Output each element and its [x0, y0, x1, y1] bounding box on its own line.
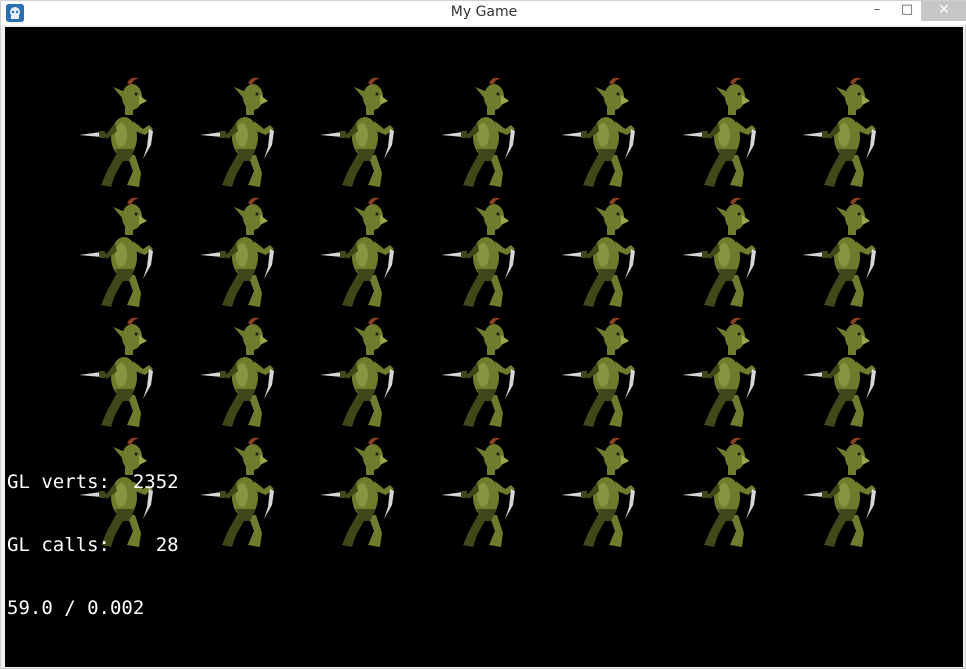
hud-gl-calls: GL calls: 28 — [7, 534, 179, 556]
goblin-sprite — [680, 315, 768, 433]
goblin-sprite — [800, 75, 888, 193]
goblin-sprite — [318, 435, 406, 553]
goblin-sprite — [77, 195, 165, 313]
goblin-sprite — [77, 315, 165, 433]
goblin-sprite — [559, 315, 647, 433]
goblin-sprite — [800, 315, 888, 433]
goblin-sprite — [198, 315, 286, 433]
goblin-sprite — [680, 195, 768, 313]
goblin-sprite — [439, 435, 527, 553]
goblin-sprite — [680, 75, 768, 193]
goblin-sprite — [318, 195, 406, 313]
goblin-sprite — [559, 435, 647, 553]
game-canvas[interactable]: GL verts: 2352 GL calls: 28 59.0 / 0.002 — [5, 27, 963, 667]
goblin-sprite — [559, 195, 647, 313]
goblin-sprite — [439, 195, 527, 313]
goblin-sprite — [680, 435, 768, 553]
goblin-sprite — [198, 75, 286, 193]
goblin-sprite — [559, 75, 647, 193]
goblin-sprite — [77, 75, 165, 193]
window-title: My Game — [450, 4, 518, 20]
maximize-icon: □ — [900, 2, 914, 17]
goblin-sprite — [800, 195, 888, 313]
goblin-sprite — [318, 315, 406, 433]
goblin-sprite — [800, 435, 888, 553]
goblin-sprite — [198, 195, 286, 313]
goblin-sprite — [198, 435, 286, 553]
minimize-button[interactable]: – — [863, 1, 891, 21]
minimize-icon: – — [873, 2, 881, 17]
goblin-sprite — [439, 315, 527, 433]
maximize-button[interactable]: □ — [893, 1, 921, 21]
goblin-sprite — [318, 75, 406, 193]
hud-gl-verts: GL verts: 2352 — [7, 471, 179, 493]
hud-fps: 59.0 / 0.002 — [7, 597, 145, 619]
close-button[interactable]: ✕ — [921, 1, 966, 21]
close-icon: ✕ — [938, 2, 950, 18]
debug-stats-overlay: GL verts: 2352 GL calls: 28 59.0 / 0.002 — [7, 430, 179, 661]
game-window: My Game – □ ✕ GL verts: 2352 GL calls: 2… — [0, 0, 966, 669]
goblin-sprite — [439, 75, 527, 193]
title-bar[interactable]: My Game – □ ✕ — [1, 1, 966, 25]
